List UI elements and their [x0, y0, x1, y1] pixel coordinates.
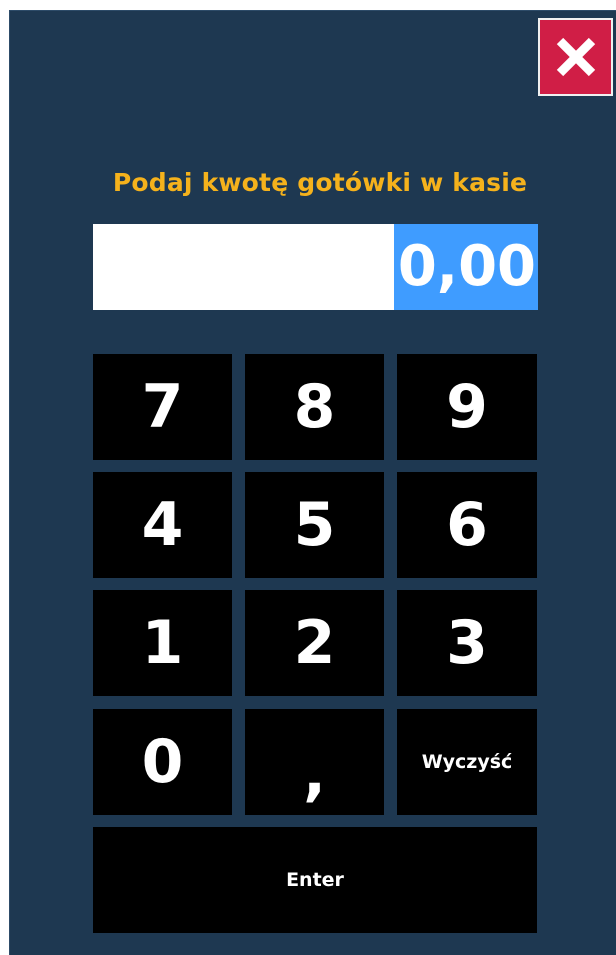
close-icon	[556, 37, 595, 77]
enter-button[interactable]: Enter	[93, 827, 537, 933]
amount-input[interactable]: 0,00	[93, 224, 538, 310]
clear-button[interactable]: Wyczyść	[397, 709, 537, 815]
key-3[interactable]: 3	[397, 590, 537, 696]
key-0[interactable]: 0	[93, 709, 232, 815]
key-2[interactable]: 2	[245, 590, 384, 696]
prompt-label: Podaj kwotę gotówki w kasie	[112, 168, 528, 197]
key-6[interactable]: 6	[397, 472, 537, 578]
close-button[interactable]	[538, 18, 613, 96]
key-7[interactable]: 7	[93, 354, 232, 460]
amount-value: 0,00	[393, 224, 538, 310]
key-comma[interactable]: ,	[245, 709, 384, 815]
key-9[interactable]: 9	[397, 354, 537, 460]
key-4[interactable]: 4	[93, 472, 232, 578]
key-8[interactable]: 8	[245, 354, 384, 460]
key-5[interactable]: 5	[245, 472, 384, 578]
key-1[interactable]: 1	[93, 590, 232, 696]
